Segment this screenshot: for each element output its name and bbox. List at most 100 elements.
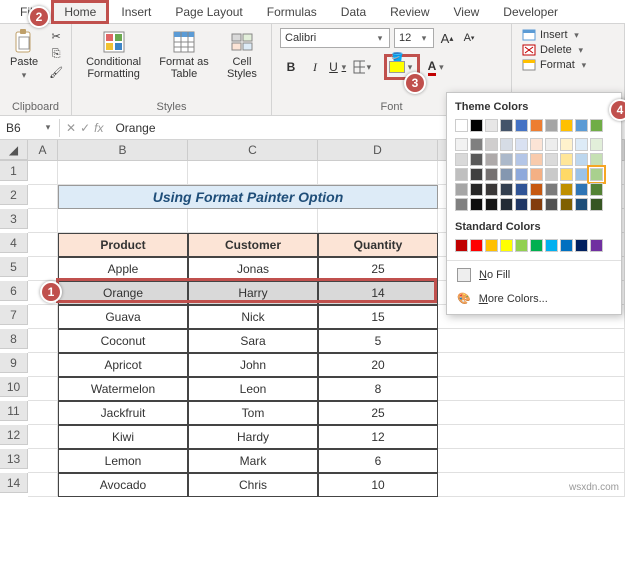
cell[interactable]: 14	[318, 281, 438, 305]
cell[interactable]: Kiwi	[58, 425, 188, 449]
color-swatch[interactable]	[515, 138, 528, 151]
cell[interactable]: Guava	[58, 305, 188, 329]
color-swatch[interactable]	[575, 119, 588, 132]
cell[interactable]: 12	[318, 425, 438, 449]
color-swatch[interactable]	[545, 183, 558, 196]
color-swatch[interactable]	[500, 239, 513, 252]
color-swatch[interactable]	[455, 183, 468, 196]
color-swatch[interactable]	[560, 138, 573, 151]
cell[interactable]: John	[188, 353, 318, 377]
cell[interactable]: Mark	[188, 449, 318, 473]
color-swatch[interactable]	[455, 119, 468, 132]
tab-formulas[interactable]: Formulas	[255, 1, 329, 23]
sheet-title-cell[interactable]: Using Format Painter Option	[58, 185, 438, 209]
font-color-button[interactable]: A▾	[426, 56, 448, 78]
row-header[interactable]: 4	[0, 233, 28, 253]
row-header[interactable]: 8	[0, 329, 28, 349]
color-swatch[interactable]	[530, 153, 543, 166]
name-box[interactable]: B6▾	[0, 119, 60, 137]
color-swatch[interactable]	[515, 183, 528, 196]
cell[interactable]: 10	[318, 473, 438, 497]
cell[interactable]: Coconut	[58, 329, 188, 353]
color-swatch[interactable]	[500, 138, 513, 151]
color-swatch[interactable]	[545, 138, 558, 151]
cell[interactable]: Apricot	[58, 353, 188, 377]
cell[interactable]: 5	[318, 329, 438, 353]
color-swatch[interactable]	[515, 153, 528, 166]
color-swatch[interactable]	[575, 183, 588, 196]
more-colors-button[interactable]: 🎨More Colors...	[447, 287, 621, 310]
conditional-formatting-button[interactable]: Conditional Formatting	[84, 28, 143, 82]
color-swatch[interactable]	[515, 119, 528, 132]
color-swatch[interactable]	[470, 153, 483, 166]
format-painter-button[interactable]: 🖌	[46, 64, 66, 80]
color-swatch[interactable]	[455, 138, 468, 151]
color-swatch[interactable]	[590, 119, 603, 132]
row-header[interactable]: 9	[0, 353, 28, 373]
color-swatch[interactable]	[455, 168, 468, 181]
color-swatch[interactable]	[575, 239, 588, 252]
cell[interactable]	[28, 233, 58, 257]
color-swatch[interactable]	[545, 168, 558, 181]
format-cells-button[interactable]: Format▾	[520, 58, 616, 72]
cell[interactable]	[28, 401, 58, 425]
color-swatch[interactable]	[515, 198, 528, 211]
color-swatch[interactable]	[500, 153, 513, 166]
enter-formula-icon[interactable]: ✓	[80, 121, 90, 135]
cell[interactable]	[28, 329, 58, 353]
color-swatch[interactable]	[575, 138, 588, 151]
cut-button[interactable]: ✂	[46, 28, 66, 44]
col-header-d[interactable]: D	[318, 140, 438, 160]
color-swatch[interactable]	[455, 153, 468, 166]
paste-button[interactable]: Paste ▾	[8, 28, 40, 83]
color-swatch[interactable]	[530, 168, 543, 181]
color-swatch[interactable]	[470, 183, 483, 196]
color-swatch[interactable]	[545, 153, 558, 166]
cell[interactable]	[28, 185, 58, 209]
color-swatch[interactable]	[515, 239, 528, 252]
color-swatch[interactable]	[485, 168, 498, 181]
cell[interactable]: 6	[318, 449, 438, 473]
color-swatch[interactable]	[485, 119, 498, 132]
color-swatch[interactable]	[590, 239, 603, 252]
delete-cells-button[interactable]: Delete▾	[520, 43, 616, 57]
col-header-a[interactable]: A	[28, 140, 58, 160]
cell[interactable]	[28, 449, 58, 473]
cell[interactable]	[28, 473, 58, 497]
color-swatch[interactable]	[485, 183, 498, 196]
cell[interactable]	[28, 257, 58, 281]
cell[interactable]: Jonas	[188, 257, 318, 281]
shrink-font-button[interactable]: A▾	[460, 29, 478, 47]
color-swatch[interactable]	[470, 138, 483, 151]
color-swatch[interactable]	[455, 239, 468, 252]
row-header[interactable]: 1	[0, 161, 28, 181]
tab-page-layout[interactable]: Page Layout	[163, 1, 254, 23]
cell[interactable]: Orange	[58, 281, 188, 305]
cell[interactable]	[438, 401, 625, 425]
color-swatch[interactable]	[500, 119, 513, 132]
bold-button[interactable]: B	[280, 56, 302, 78]
cell[interactable]: Leon	[188, 377, 318, 401]
format-as-table-button[interactable]: Format as Table	[157, 28, 211, 82]
cell[interactable]: Tom	[188, 401, 318, 425]
row-header[interactable]: 14	[0, 473, 28, 493]
tab-insert[interactable]: Insert	[109, 1, 163, 23]
cell[interactable]	[188, 209, 318, 233]
cell[interactable]	[28, 425, 58, 449]
col-header-c[interactable]: C	[188, 140, 318, 160]
cell[interactable]: Nick	[188, 305, 318, 329]
cell-styles-button[interactable]: Cell Styles	[225, 28, 259, 82]
color-swatch[interactable]	[575, 153, 588, 166]
color-swatch[interactable]	[590, 198, 603, 211]
cell[interactable]: Watermelon	[58, 377, 188, 401]
cell[interactable]: Chris	[188, 473, 318, 497]
cell[interactable]: 20	[318, 353, 438, 377]
cell[interactable]	[318, 161, 438, 185]
color-swatch[interactable]	[485, 153, 498, 166]
color-swatch[interactable]	[545, 198, 558, 211]
font-name-select[interactable]: Calibri▾	[280, 28, 390, 48]
row-header[interactable]: 3	[0, 209, 28, 229]
row-header[interactable]: 11	[0, 401, 28, 421]
color-swatch[interactable]	[560, 119, 573, 132]
row-header[interactable]: 12	[0, 425, 28, 445]
